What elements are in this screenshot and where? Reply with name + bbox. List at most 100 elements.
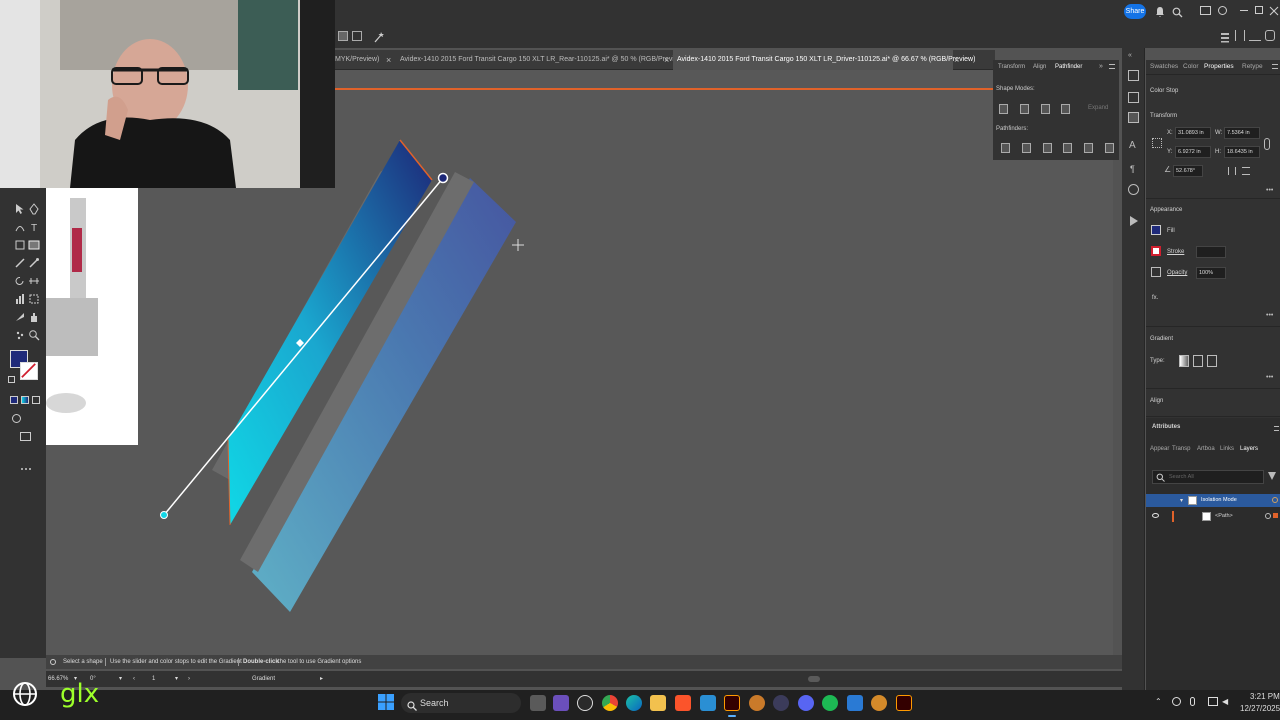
stroke-color-swatch[interactable] xyxy=(1151,246,1161,256)
edge-icon[interactable] xyxy=(626,695,642,711)
tab-links[interactable]: Links xyxy=(1220,446,1234,452)
network-icon[interactable] xyxy=(1208,697,1218,706)
draw-mode-icon[interactable] xyxy=(12,414,21,423)
gradient-tool-icon[interactable] xyxy=(28,238,40,250)
rectangle-tool-icon[interactable] xyxy=(14,238,26,250)
spotify-icon[interactable] xyxy=(822,695,838,711)
opentype-dock-icon[interactable] xyxy=(1128,184,1139,195)
width-tool-icon[interactable] xyxy=(28,274,40,286)
outline-button[interactable] xyxy=(1084,143,1093,153)
obs-icon[interactable] xyxy=(773,695,789,711)
unite-button[interactable] xyxy=(999,104,1008,114)
panel-options-icon[interactable] xyxy=(1220,30,1230,43)
artboard-dropdown-icon[interactable]: ▾ xyxy=(175,671,178,687)
clock-date[interactable]: 12/27/2025 xyxy=(1240,704,1280,713)
more-tools-icon[interactable] xyxy=(20,458,32,470)
panel-menu-icon[interactable] xyxy=(1109,64,1115,69)
expand-arrow-icon[interactable]: ▾ xyxy=(1180,497,1183,504)
target-icon[interactable] xyxy=(1265,513,1271,519)
magic-wand-icon[interactable] xyxy=(374,30,384,43)
panel-menu-icon[interactable] xyxy=(1272,64,1278,69)
start-button[interactable] xyxy=(378,694,394,710)
clock-time[interactable]: 3:21 PM xyxy=(1250,692,1280,701)
gradient-options-icon[interactable] xyxy=(1249,30,1261,41)
tab-rear[interactable]: Avidex-1410 2015 Ford Transit Cargo 150 … xyxy=(400,50,685,70)
illustrator-taskbar-icon[interactable] xyxy=(724,695,740,711)
h-field[interactable]: 18.6435 in xyxy=(1224,146,1260,158)
tab-layers[interactable]: Layers xyxy=(1240,446,1258,452)
flip-horizontal-icon[interactable] xyxy=(1228,167,1236,175)
illustrator-icon[interactable] xyxy=(896,695,912,711)
slice-tool-icon[interactable] xyxy=(14,310,26,322)
taskbar-search[interactable]: Search xyxy=(401,693,521,713)
hand-tool-icon[interactable] xyxy=(28,310,40,322)
intersect-button[interactable] xyxy=(1041,104,1050,114)
tab-color[interactable]: Color xyxy=(1183,63,1199,70)
settings-icon[interactable] xyxy=(749,695,765,711)
workspace-icon[interactable] xyxy=(1218,6,1227,15)
screen-mode-icon[interactable] xyxy=(20,432,31,441)
filter-icon[interactable] xyxy=(1268,472,1276,480)
opacity-field[interactable]: 100% xyxy=(1196,267,1226,279)
tab-driver[interactable]: Avidex-1410 2015 Ford Transit Cargo 150 … xyxy=(673,50,975,70)
target-icon[interactable] xyxy=(1272,497,1278,503)
none-mode-icon[interactable] xyxy=(32,396,40,404)
tab-close-icon[interactable]: × xyxy=(664,50,669,70)
minus-front-button[interactable] xyxy=(1020,104,1029,114)
chrome-icon[interactable] xyxy=(602,695,618,711)
stroke-label[interactable]: Stroke xyxy=(1167,249,1184,255)
tab-swatches[interactable]: Swatches xyxy=(1150,63,1178,70)
paragraph-dock-icon[interactable]: ¶ xyxy=(1130,164,1135,174)
prev-artboard-icon[interactable]: ‹ xyxy=(133,671,135,687)
divide-button[interactable] xyxy=(1001,143,1010,153)
rotate-tool-icon[interactable] xyxy=(14,274,26,286)
symbol-sprayer-icon[interactable] xyxy=(14,328,26,340)
next-artboard-icon[interactable]: › xyxy=(188,671,190,687)
layers-search-input[interactable]: Search All xyxy=(1152,470,1264,484)
radial-gradient-button[interactable] xyxy=(1193,355,1203,367)
type-tool-icon[interactable]: T xyxy=(28,220,40,234)
artboard-tool-icon[interactable] xyxy=(28,292,40,304)
constrain-link-icon[interactable] xyxy=(1264,138,1270,150)
file-explorer-icon[interactable] xyxy=(650,695,666,711)
microphone-icon[interactable] xyxy=(1190,697,1195,706)
fx-button[interactable]: fx. xyxy=(1152,295,1158,301)
properties-dock-icon[interactable] xyxy=(1128,70,1139,81)
notifications-icon[interactable] xyxy=(1155,5,1165,17)
exclude-button[interactable] xyxy=(1061,104,1070,114)
minus-back-button[interactable] xyxy=(1105,143,1114,153)
chatgpt-icon[interactable] xyxy=(577,695,593,711)
tab-transparency[interactable]: Transp xyxy=(1172,446,1190,452)
selection-tool-icon[interactable] xyxy=(14,202,26,214)
actions-dock-icon[interactable] xyxy=(1130,216,1138,226)
gradient-mode-icon[interactable] xyxy=(21,396,29,404)
gear-app-icon[interactable] xyxy=(871,695,887,711)
curvature-tool-icon[interactable] xyxy=(14,220,26,232)
layer-row[interactable]: <Path> xyxy=(1146,510,1280,523)
rotation-dropdown-icon[interactable]: ▾ xyxy=(119,671,122,687)
collapse-panel-icon[interactable]: » xyxy=(1099,63,1103,70)
reference-point-icon[interactable] xyxy=(1152,138,1162,148)
minimize-icon[interactable] xyxy=(1240,10,1248,11)
stroke-weight-stepper[interactable] xyxy=(1196,246,1226,258)
tab-transform[interactable]: Transform xyxy=(998,64,1025,70)
flip-vertical-icon[interactable] xyxy=(1242,167,1250,175)
pen-tool-icon[interactable] xyxy=(28,202,40,215)
tab-retype[interactable]: Retype xyxy=(1242,63,1263,70)
selected-art-icon[interactable] xyxy=(1273,513,1278,518)
tab-properties[interactable]: Properties xyxy=(1204,63,1234,70)
more-options-icon[interactable] xyxy=(1265,30,1275,41)
zoom-tool-icon[interactable] xyxy=(28,328,40,341)
w-field[interactable]: 7.5364 in xyxy=(1224,127,1260,139)
color-mode-icon[interactable] xyxy=(10,396,18,404)
y-field[interactable]: 6.9272 in xyxy=(1175,146,1211,158)
crop-button[interactable] xyxy=(1063,143,1072,153)
brush-tool-icon[interactable] xyxy=(14,256,26,268)
freeform-gradient-button[interactable] xyxy=(1207,355,1217,367)
search-icon[interactable] xyxy=(1172,5,1183,18)
opacity-label[interactable]: Opacity xyxy=(1167,270,1187,276)
volume-icon[interactable]: ◀ xyxy=(1222,697,1228,706)
tab-align[interactable]: Align xyxy=(1033,64,1046,70)
chart-tool-icon[interactable] xyxy=(14,292,26,304)
merge-button[interactable] xyxy=(1043,143,1052,153)
